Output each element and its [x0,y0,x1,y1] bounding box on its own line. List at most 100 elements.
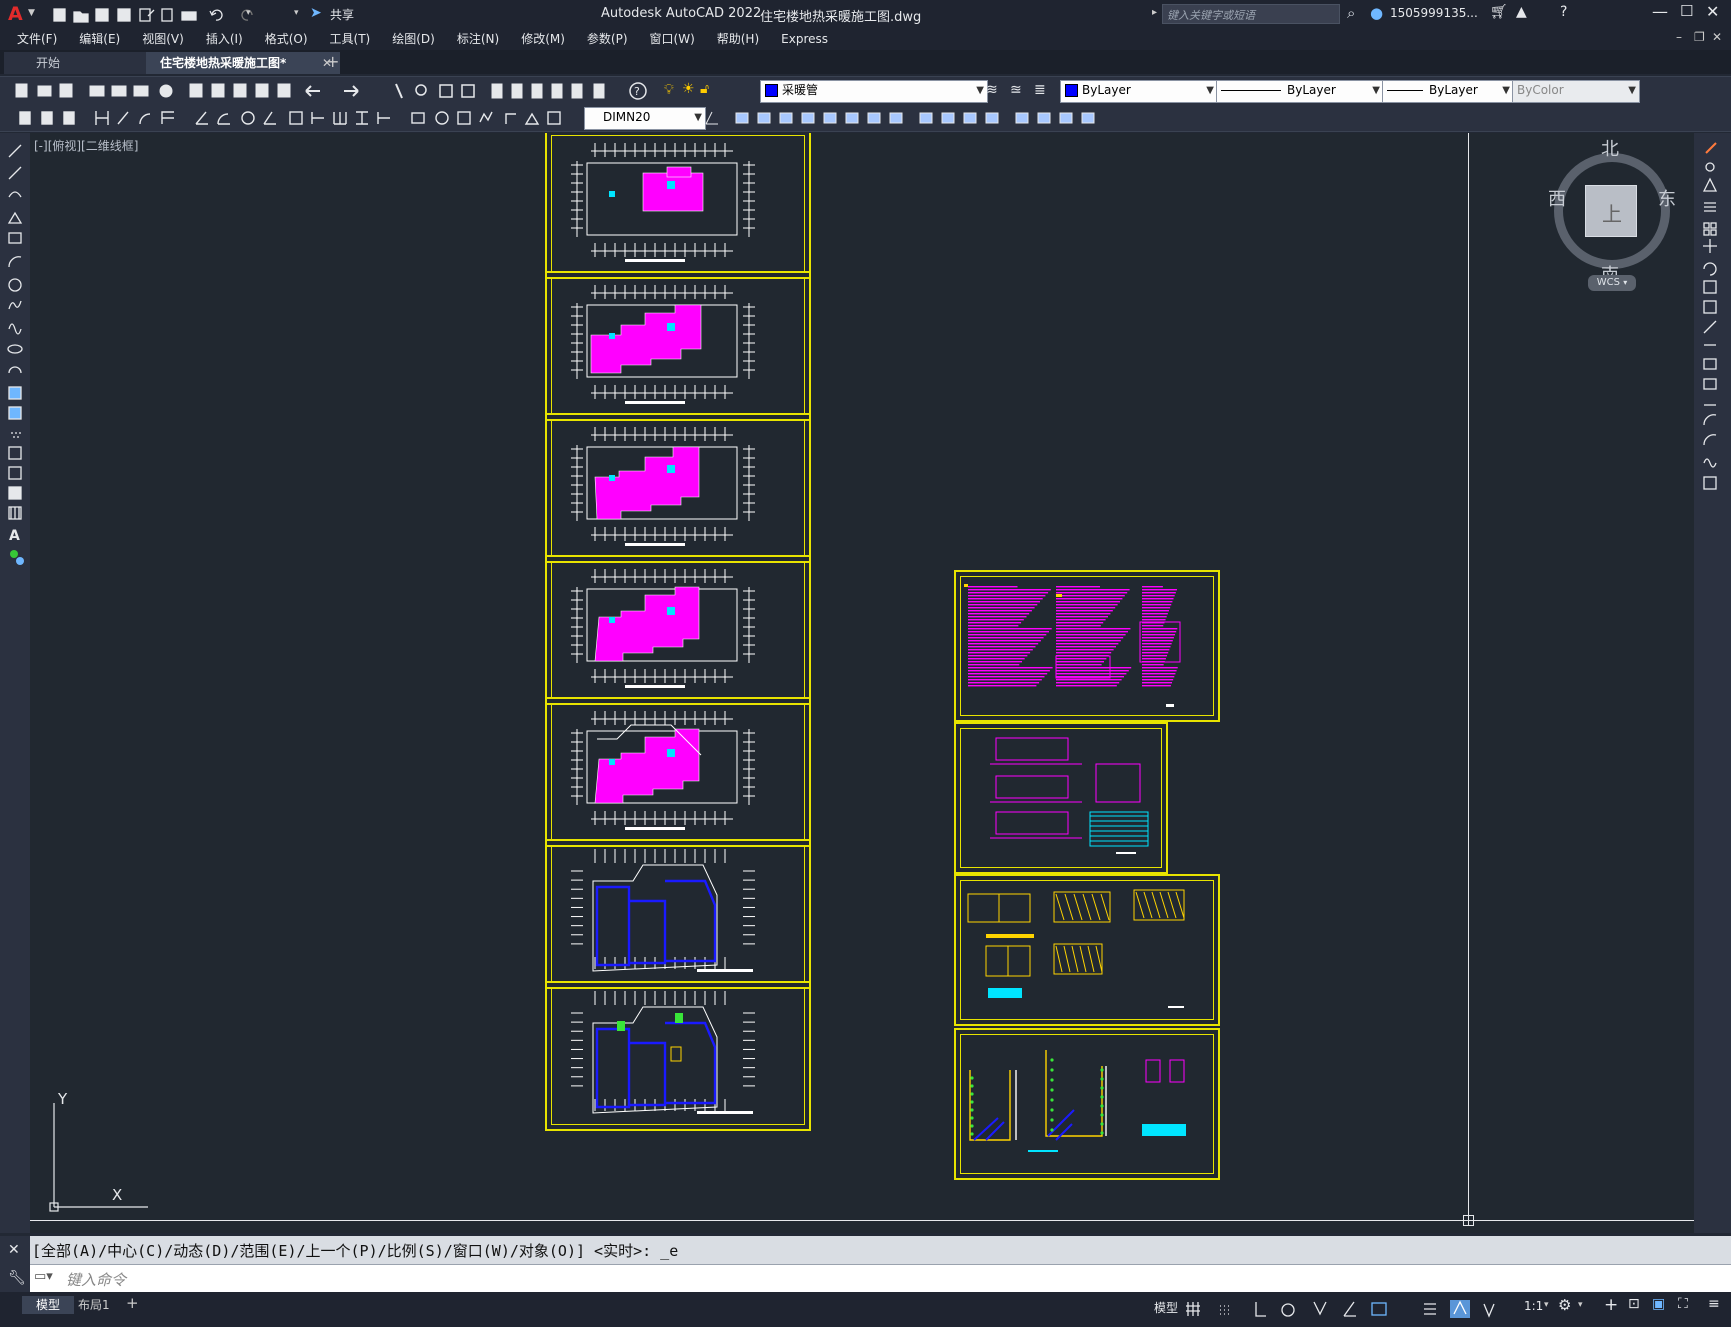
drafting-settings-icons[interactable] [1184,1298,1564,1320]
command-line-grip[interactable]: ✕ 🔧︎ [0,1236,30,1292]
command-history-text: [全部(A)/中心(C)/动态(D)/范围(E)/上一个(P)/比例(S)/窗口… [32,1242,679,1260]
layer-match-icon[interactable]: ≋ [986,82,998,98]
menu-file[interactable]: 文件(F) [6,28,68,50]
manifold-detail-sheet[interactable] [954,722,1168,874]
new-tab-icon[interactable]: + [326,52,339,71]
minimize-icon[interactable]: — [1652,2,1668,21]
floor-plan-sheet[interactable] [545,413,811,563]
cart-icon[interactable]: 🛒︎ [1490,4,1508,20]
app-menu-chevron-icon[interactable]: ▼ [28,8,35,18]
doc-minimize-icon[interactable]: – [1676,30,1682,44]
compass-west[interactable]: 西 [1548,185,1566,211]
floor-plan-sheet[interactable] [545,133,811,279]
menu-edit[interactable]: 编辑(E) [68,28,131,50]
model-space-button[interactable]: 模型 [1154,1299,1178,1316]
compass-east[interactable]: 东 [1658,185,1676,211]
floor-plan-sheet[interactable] [545,697,811,847]
help-icon[interactable]: ? [1560,4,1567,20]
menu-draw[interactable]: 绘图(D) [381,28,446,50]
command-input-bar[interactable]: ▭▾ 键入命令 [30,1264,1731,1292]
extents-grip[interactable] [1463,1215,1474,1226]
layer-previous-icon[interactable]: ≊ [1010,82,1022,98]
dimension-toolbar-icons[interactable] [6,108,576,128]
menu-window[interactable]: 窗口(W) [639,28,706,50]
menu-view[interactable]: 视图(V) [131,28,195,50]
menu-express[interactable]: Express [770,28,839,50]
compass-north[interactable]: 北 [1601,135,1619,161]
floor-plan-sheet[interactable] [545,271,811,421]
menu-tools[interactable]: 工具(T) [319,28,382,50]
sheet-drawing [969,1050,1186,1152]
floor-plan-sheet[interactable] [545,555,811,705]
color-dropdown[interactable]: ByLayer ▼ [1060,80,1218,103]
units-icon[interactable]: ⊡ [1628,1296,1640,1312]
layer-states-icon[interactable]: ≣ [1034,82,1046,98]
extents-vertical-line [1468,133,1469,1225]
construction-detail-sheet[interactable] [954,874,1220,1026]
share-button[interactable]: 共享 [330,6,354,23]
command-recent-icon[interactable]: ▭▾ [34,1269,53,1284]
scale-chevron-icon[interactable]: ▾ [1544,1300,1549,1310]
wcs-label: WCS [1596,277,1620,288]
doc-restore-icon[interactable]: ❐ [1694,30,1705,44]
plotstyle-dropdown[interactable]: ByColor ▼ [1512,80,1640,103]
draw-tool-icons[interactable]: A [0,133,30,593]
annotation-monitor-icon[interactable]: + [1604,1295,1618,1315]
layer-unlock-icon[interactable]: 🔓︎ [700,81,709,97]
layer-on-icon[interactable]: 💡︎ [664,82,674,98]
workspace-gear-icon[interactable]: ⚙ [1558,1296,1571,1314]
viewport-controls-label[interactable]: [-][俯视][二维线框] [34,137,138,154]
menu-modify[interactable]: 修改(M) [510,28,576,50]
chevron-down-icon: ▼ [1628,85,1636,96]
search-icon[interactable]: ⌕ [1347,4,1355,22]
command-input[interactable]: 键入命令 [66,1269,126,1290]
layout-tab-layout1[interactable]: 布局1 [70,1296,118,1314]
menu-help[interactable]: 帮助(H) [706,28,770,50]
layout-tab-model[interactable]: 模型 [22,1296,75,1314]
viewcube-top-face[interactable]: 上 [1585,185,1637,237]
share-icon[interactable]: ➤ [310,5,322,21]
doc-close-icon[interactable]: ✕ [1712,30,1722,44]
layer-dropdown[interactable]: 采暖管 ▼ [760,80,988,103]
workspace-chevron-icon[interactable]: ▾ [1578,1300,1583,1310]
autocad-logo-icon[interactable]: A [8,3,23,25]
quick-properties-icon[interactable]: ▣ [1652,1296,1665,1312]
drawing-canvas[interactable]: [-][俯视][二维线框] 上 北 南 西 东 WCS ▾ Y X [30,133,1694,1233]
add-layout-icon[interactable]: + [126,1294,139,1312]
floor-plan-sheet[interactable] [545,981,811,1131]
tab-drawing[interactable]: 住宅楼地热采暖施工图* ✕ [146,52,340,74]
wcs-menu-button[interactable]: WCS ▾ [1588,275,1636,291]
search-expand-icon[interactable]: ▸ [1152,7,1157,18]
undo-dropdown-icon[interactable]: ▾ [246,8,251,18]
modify-toolbar-icons[interactable] [704,108,1214,128]
command-close-icon[interactable]: ✕ [8,1242,20,1258]
modify-tool-icons[interactable] [1694,133,1731,533]
clean-screen-icon[interactable]: ⛶ [1678,1296,1688,1312]
help-search-input[interactable]: 键入关键字或短语 [1167,7,1255,23]
annotation-scale[interactable]: 1:1 [1524,1299,1543,1313]
menu-dimension[interactable]: 标注(N) [446,28,510,50]
command-customize-icon[interactable]: 🔧︎ [8,1270,26,1286]
menu-insert[interactable]: 插入(I) [195,28,254,50]
close-icon[interactable]: ✕ [1706,2,1719,21]
lineweight-dropdown[interactable]: ByLayer ▼ [1382,80,1514,103]
dimstyle-dropdown[interactable]: DIMN20 ▼ [584,107,706,130]
customization-menu-icon[interactable]: ≡ [1708,1296,1720,1312]
standard-toolbar-icons[interactable]: ? [6,81,686,101]
sheet-drawing [571,143,755,262]
user-icon[interactable]: ● [1370,4,1383,22]
maximize-icon[interactable]: ☐ [1680,2,1693,20]
design-notes-sheet[interactable] [954,570,1220,722]
floor-plan-sheet[interactable] [545,839,811,989]
menu-parametric[interactable]: 参数(P) [576,28,639,50]
chevron-down-icon: ▼ [1206,85,1214,96]
color-value: ByLayer [1082,83,1131,97]
riser-diagram-sheet[interactable] [954,1028,1220,1180]
linetype-dropdown[interactable]: ByLayer ▼ [1216,80,1384,103]
help-search-box[interactable]: 键入关键字或短语 [1162,4,1340,24]
layer-thaw-icon[interactable]: ☀ [682,81,695,97]
autodesk-app-icon[interactable]: ▲ [1516,4,1527,20]
user-name[interactable]: 1505999135... [1390,6,1478,20]
menu-format[interactable]: 格式(O) [254,28,319,50]
customize-qat-icon[interactable]: ▾ [294,8,299,18]
